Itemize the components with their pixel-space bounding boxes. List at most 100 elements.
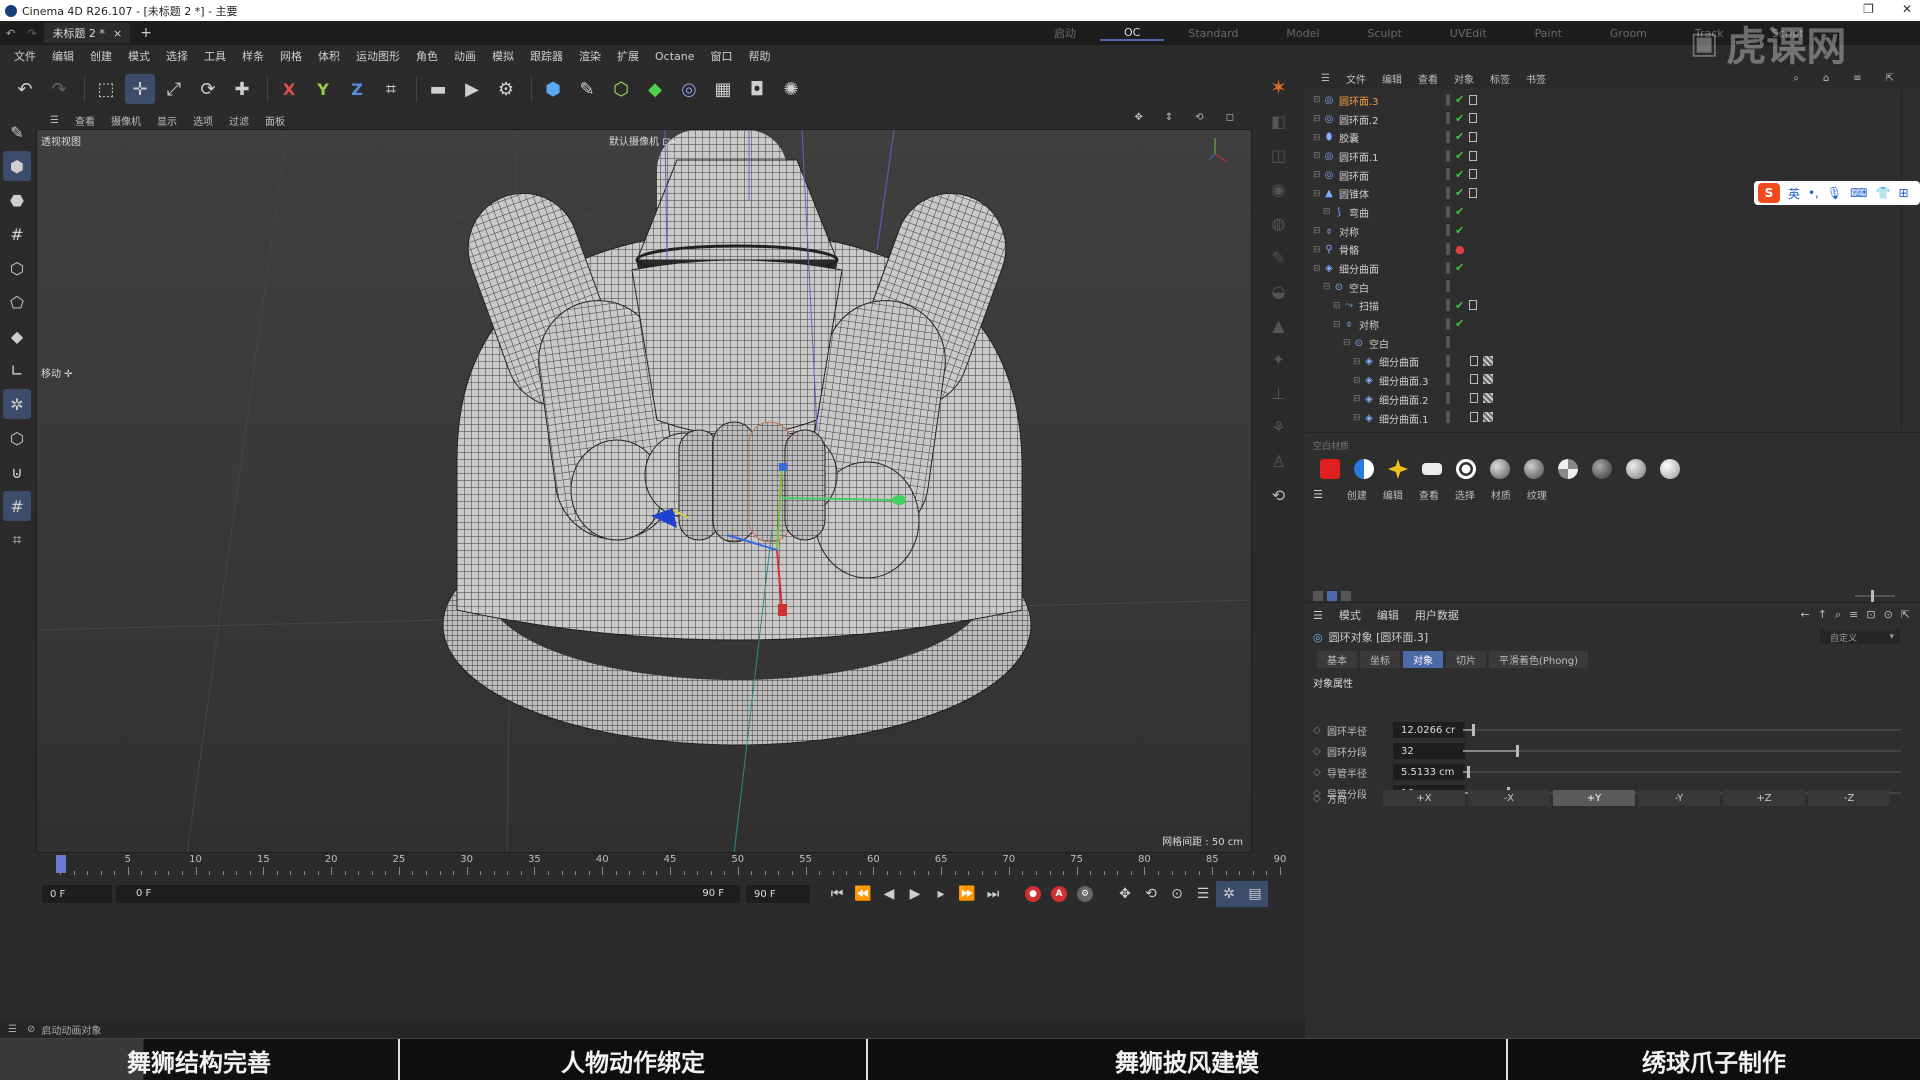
- layout-tab[interactable]: Model: [1262, 27, 1343, 40]
- sogou-logo-icon[interactable]: S: [1758, 183, 1780, 203]
- attribute-value-field[interactable]: 5.5133 cm: [1393, 764, 1465, 780]
- expand-toggle-icon[interactable]: ⊟: [1323, 207, 1333, 217]
- menu-item[interactable]: 体积: [310, 48, 348, 64]
- expand-toggle-icon[interactable]: ⊟: [1313, 133, 1323, 143]
- direction-button[interactable]: -Y: [1638, 790, 1720, 806]
- object-row[interactable]: ⊟ ⟆ 弯曲 ✔: [1305, 203, 1920, 222]
- menu-item[interactable]: 窗口: [703, 48, 741, 64]
- enabled-check-icon[interactable]: ✔: [1455, 186, 1464, 199]
- anim-dot-icon[interactable]: ◇: [1313, 767, 1323, 778]
- enabled-check-icon[interactable]: ✔: [1455, 149, 1464, 162]
- end-frame-field[interactable]: 90 F: [746, 885, 810, 903]
- object-column-divider[interactable]: [1901, 89, 1902, 429]
- object-menu-item[interactable]: 编辑: [1374, 71, 1410, 86]
- material-ball-2-icon[interactable]: [1524, 459, 1544, 479]
- viewport-menu-item[interactable]: 选项: [185, 113, 221, 128]
- object-row[interactable]: ⊟ ⤳ 扫描 ✔: [1305, 297, 1920, 316]
- menu-item[interactable]: 角色: [408, 48, 446, 64]
- menu-item[interactable]: 工具: [196, 48, 234, 64]
- menu-item[interactable]: 选择: [158, 48, 196, 64]
- perspective-viewport[interactable]: 透视视图 默认摄像机 ⊡• 移动 ✛ 网格间距 : 50 cm: [36, 129, 1252, 853]
- viewport-menu-item[interactable]: 查看: [67, 113, 103, 128]
- expand-toggle-icon[interactable]: ⊟: [1313, 151, 1323, 161]
- go-to-end-icon[interactable]: ⏭: [980, 881, 1006, 907]
- menu-item[interactable]: Octane: [647, 50, 703, 63]
- current-frame-field[interactable]: 0 F: [42, 885, 112, 903]
- expand-toggle-icon[interactable]: ⊟: [1353, 413, 1363, 423]
- object-row[interactable]: ⊟ ◈ 细分曲面 ✔: [1305, 259, 1920, 278]
- deformer-icon[interactable]: ◎: [674, 74, 704, 104]
- octane-tag-icon[interactable]: ⊥: [1264, 379, 1294, 407]
- attribute-slider[interactable]: [1463, 724, 1901, 736]
- visibility-dots-icon[interactable]: [1446, 149, 1450, 162]
- visibility-dots-icon[interactable]: [1446, 410, 1450, 423]
- object-row[interactable]: ⊟ ◈ 细分曲面.3: [1305, 371, 1920, 390]
- scale-tool-icon[interactable]: ⤢: [159, 74, 189, 104]
- undo-history-icon[interactable]: ↶: [0, 27, 21, 40]
- expand-toggle-icon[interactable]: ⊟: [1313, 95, 1323, 105]
- expand-toggle-icon[interactable]: ⊟: [1353, 376, 1363, 386]
- object-menu-item[interactable]: 标签: [1482, 71, 1518, 86]
- expand-toggle-icon[interactable]: ⊟: [1333, 301, 1343, 311]
- visibility-dots-icon[interactable]: [1446, 279, 1450, 292]
- tag-icon[interactable]: [1469, 150, 1478, 161]
- tag-icon[interactable]: [1469, 131, 1478, 142]
- visibility-dots-icon[interactable]: [1446, 299, 1450, 312]
- viewport-menu-item[interactable]: 面板: [257, 113, 293, 128]
- material-tag-icon[interactable]: [1483, 374, 1493, 385]
- up-arrow-icon[interactable]: ↑: [1818, 608, 1827, 622]
- edit-mode-icon[interactable]: ✎: [3, 117, 31, 147]
- checker-ball-icon[interactable]: [1558, 459, 1578, 479]
- transform-tool-icon[interactable]: ✚: [227, 74, 257, 104]
- next-frame-icon[interactable]: ▸: [928, 881, 954, 907]
- material-ball-3-icon[interactable]: [1626, 459, 1646, 479]
- menu-item[interactable]: 模拟: [484, 48, 522, 64]
- enabled-check-icon[interactable]: ✔: [1455, 224, 1464, 237]
- visibility-dots-icon[interactable]: [1446, 168, 1450, 181]
- rect-light-icon[interactable]: [1422, 463, 1442, 475]
- grid-menu-icon[interactable]: ⊞: [1898, 186, 1908, 200]
- direction-button[interactable]: +Z: [1723, 790, 1805, 806]
- redo-history-icon[interactable]: ↷: [21, 27, 42, 40]
- camera-object-icon[interactable]: ◘: [742, 74, 772, 104]
- points-mode-icon[interactable]: ⬡: [3, 253, 31, 283]
- material-menu-item[interactable]: 选择: [1447, 487, 1483, 502]
- coordinate-system-icon[interactable]: ⌗: [376, 74, 406, 104]
- viewport-menu-item[interactable]: 过滤: [221, 113, 257, 128]
- object-row[interactable]: ⊟ ⚲ 骨骼 ●: [1305, 241, 1920, 260]
- key-rotation-icon[interactable]: ⟲: [1138, 881, 1164, 907]
- pen-spline-icon[interactable]: ✎: [572, 74, 602, 104]
- axis-mode-icon[interactable]: ∟: [3, 355, 31, 385]
- filter-icon[interactable]: ≡: [1845, 73, 1869, 84]
- object-menu-item[interactable]: 文件: [1338, 71, 1374, 86]
- back-arrow-icon[interactable]: ←: [1801, 608, 1810, 622]
- texture-mode-icon[interactable]: ⬣: [3, 185, 31, 215]
- object-row[interactable]: ⊟ ⌽ 对称 ✔: [1305, 315, 1920, 334]
- octane-logo-icon[interactable]: ✶: [1264, 73, 1294, 101]
- ime-language[interactable]: 英: [1788, 185, 1800, 202]
- material-menu-item[interactable]: 编辑: [1375, 487, 1411, 502]
- visibility-dots-icon[interactable]: [1446, 112, 1450, 125]
- direction-button[interactable]: -Z: [1808, 790, 1890, 806]
- sun-light-icon[interactable]: [1388, 459, 1408, 479]
- key-position-icon[interactable]: ✥: [1112, 881, 1138, 907]
- list-view-icon[interactable]: [1313, 591, 1323, 601]
- large-view-icon[interactable]: [1341, 591, 1351, 601]
- object-row[interactable]: ⊟ ◈ 细分曲面: [1305, 353, 1920, 372]
- expand-toggle-icon[interactable]: ⊟: [1353, 357, 1363, 367]
- material-menu-item[interactable]: 创建: [1339, 487, 1375, 502]
- x-axis-lock-icon[interactable]: X: [274, 74, 304, 104]
- keyboard-icon[interactable]: ⌨: [1850, 186, 1867, 200]
- menu-item[interactable]: 创建: [82, 48, 120, 64]
- redo-icon[interactable]: ↷: [44, 74, 74, 104]
- enabled-check-icon[interactable]: ✔: [1455, 130, 1464, 143]
- menu-item[interactable]: 跟踪器: [522, 48, 571, 64]
- rotate-tool-icon[interactable]: ⟳: [193, 74, 223, 104]
- grid-view-icon[interactable]: [1327, 591, 1337, 601]
- key-scale-icon[interactable]: ⊙: [1164, 881, 1190, 907]
- object-menu-item[interactable]: 查看: [1410, 71, 1446, 86]
- subdivision-generator-icon[interactable]: ⬡: [606, 74, 636, 104]
- viewport-camera[interactable]: 默认摄像机 ⊡•: [609, 133, 676, 148]
- viewport-menu-item[interactable]: 显示: [149, 113, 185, 128]
- octane-texture-icon[interactable]: ✎: [1264, 243, 1294, 271]
